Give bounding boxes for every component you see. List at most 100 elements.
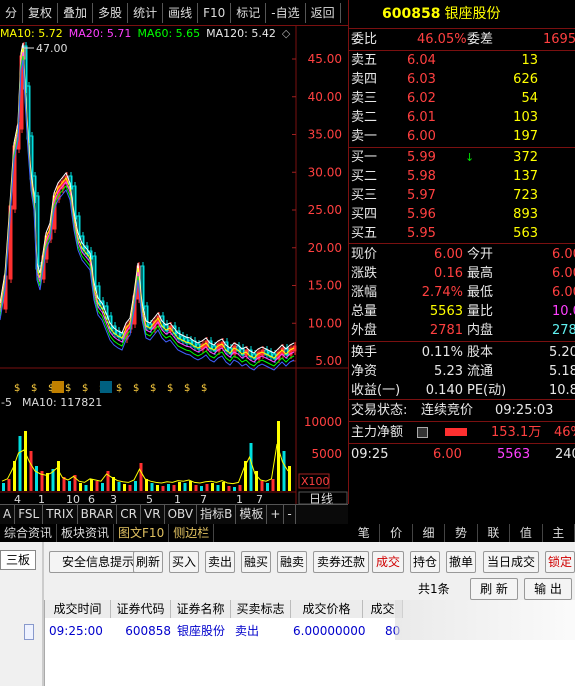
info-tab-bar: 综合资讯 板块资讯 图文F10 侧边栏 — [0, 524, 348, 542]
trade-button-7[interactable]: 成交 — [372, 551, 404, 573]
sell-level-1[interactable]: 卖一 6.00 197 — [349, 127, 575, 146]
volume-bar — [167, 484, 170, 491]
indicator-tab[interactable]: + — [267, 505, 285, 524]
sell-level-2[interactable]: 卖二 6.01 103 — [349, 108, 575, 127]
indicator-tab[interactable]: TRIX — [43, 505, 78, 524]
trade-status-row: 交易状态: 连续竞价 09:25:03 — [349, 401, 575, 420]
trade-button-1[interactable]: 刷新 — [133, 551, 163, 573]
export-button[interactable]: 输 出 — [524, 578, 572, 600]
tick-extra: 240 — [555, 447, 575, 462]
toolbar-draw-button[interactable]: 画线 — [163, 2, 199, 23]
detail-tab[interactable]: 联 — [478, 524, 511, 542]
indicator-tab[interactable]: FSL — [15, 505, 44, 524]
detail-tab[interactable]: 价 — [380, 524, 413, 542]
info-tab[interactable]: 侧边栏 — [169, 524, 215, 542]
buy-label: 买二 — [351, 169, 378, 184]
indicator-tab[interactable]: 指标B — [197, 505, 237, 524]
ma-legend: MA10: 5.72 MA20: 5.71 MA60: 5.65 MA120: 5.4… — [0, 27, 300, 41]
kline-chart-area[interactable]: 45.00 40.00 35.00 30.00 25.00 20.00 15.00 10.00… — [0, 26, 348, 506]
buy-level-5[interactable]: 买五 5.95 563 — [349, 224, 575, 243]
sell-level-3[interactable]: 卖三 6.02 54 — [349, 89, 575, 108]
toolbar-f10-button[interactable]: F10 — [198, 2, 232, 23]
indicator-tab[interactable]: BRAR — [78, 505, 118, 524]
indicator-tab[interactable]: - — [284, 505, 296, 524]
weibi-label: 委比 — [351, 32, 378, 47]
down-arrow-icon: ↓ — [465, 151, 475, 164]
side-tab-sanban[interactable]: 三板 — [0, 550, 36, 570]
event-marker: $ — [65, 383, 71, 394]
sell-label: 卖三 — [351, 91, 378, 106]
event-badge-jie[interactable] — [100, 381, 112, 393]
detail-tab[interactable]: 值 — [510, 524, 543, 542]
volume-bar — [123, 484, 126, 491]
x-axis-label: 4 — [14, 493, 21, 504]
fin-value: 10.8 — [549, 383, 575, 398]
toolbar-overlay-button[interactable]: 叠加 — [58, 2, 94, 23]
info-value: 0.16 — [434, 266, 463, 281]
buy-level-1[interactable]: 买一 5.99 ↓ 372 — [349, 148, 575, 167]
sell-level-5[interactable]: 卖五 6.04 13 — [349, 51, 575, 70]
buy-level-4[interactable]: 买四 5.96 893 — [349, 205, 575, 224]
buy-level-2[interactable]: 买二 5.98 137 — [349, 167, 575, 186]
detail-tab[interactable]: 细 — [413, 524, 446, 542]
trade-button-3[interactable]: 卖出 — [205, 551, 235, 573]
trade-button-2[interactable]: 买入 — [169, 551, 199, 573]
sell-price: 6.00 — [407, 129, 436, 144]
toolbar-stats-button[interactable]: 统计 — [128, 2, 164, 23]
toolbar-adjust-button[interactable]: 复权 — [23, 2, 59, 23]
detail-tab[interactable]: 主 — [543, 524, 575, 542]
toolbar-mark-button[interactable]: 标记 — [231, 2, 267, 23]
indicator-tab[interactable]: A — [0, 505, 16, 524]
expand-icon[interactable]: ◇ — [282, 27, 290, 40]
detail-tab[interactable]: 势 — [445, 524, 478, 542]
volume-bar — [128, 485, 132, 491]
trade-panel: 三板 共1条 刷 新 输 出 成交时间 证券代码 证券名称 买卖标志 成交价格 成交 09:… — [0, 542, 575, 686]
fin-label: 股本 — [467, 345, 494, 360]
buy-label: 买五 — [351, 226, 378, 241]
sell-level-4[interactable]: 卖四 6.03 626 — [349, 70, 575, 89]
indicator-tab[interactable]: CR — [117, 505, 142, 524]
trade-button-10[interactable]: 当日成交 — [483, 551, 539, 573]
volume-bar — [101, 483, 104, 491]
trade-button-11[interactable]: 锁定 — [545, 551, 575, 573]
main-flow-row: 主力净额 153.1万 46% — [349, 423, 575, 442]
volume-unit-label: X100 — [301, 475, 330, 488]
list-icon[interactable] — [417, 427, 428, 438]
trade-button-6[interactable]: 卖券还款 — [313, 551, 369, 573]
grid-scroll-handle[interactable] — [24, 624, 34, 640]
stock-code: 600858 — [382, 6, 441, 22]
toolbar-watchlist-button[interactable]: -自选 — [266, 2, 306, 23]
sell-price: 6.02 — [407, 91, 436, 106]
volume-bar — [2, 483, 5, 491]
volume-bar — [238, 485, 242, 491]
indicator-tab[interactable]: 模板 — [236, 505, 268, 524]
toolbar-back-button[interactable]: 返回 — [306, 2, 341, 23]
indicator-tab[interactable]: OBV — [165, 505, 198, 524]
trade-button-5[interactable]: 融卖 — [277, 551, 307, 573]
fundamental-row: 换手 0.11% 股本 5.20亿 — [349, 343, 575, 362]
indicator-tab[interactable]: VR — [141, 505, 165, 524]
toolbar-minute-button[interactable]: 分 — [0, 2, 24, 23]
info-label: 总量 — [351, 304, 378, 319]
detail-tab[interactable]: 笔 — [348, 524, 381, 542]
info-label: 最高 — [467, 266, 494, 281]
trade-button-9[interactable]: 撤单 — [446, 551, 476, 573]
buy-level-3[interactable]: 买三 5.97 723 — [349, 186, 575, 205]
event-marker: $ — [167, 383, 173, 394]
toolbar-multi-stock-button[interactable]: 多股 — [93, 2, 129, 23]
buy-price: 5.96 — [407, 207, 436, 222]
ma-legend-ma20: MA20: 5.71 — [68, 27, 132, 40]
period-label[interactable]: 日线 — [309, 492, 333, 506]
fin-value: 5.18亿 — [549, 364, 575, 379]
volume-bar — [211, 483, 214, 491]
info-tab[interactable]: 综合资讯 — [0, 524, 58, 542]
quote-sep — [349, 341, 575, 342]
trade-button-8[interactable]: 持仓 — [410, 551, 440, 573]
tick-row[interactable]: 09:25 6.00 5563 240 — [349, 445, 575, 464]
trade-button-4[interactable]: 融买 — [241, 551, 271, 573]
volume-bar — [194, 485, 198, 491]
event-badge-ding[interactable] — [52, 381, 64, 393]
info-tab[interactable]: 图文F10 — [114, 524, 170, 542]
grid-refresh-button[interactable]: 刷 新 — [470, 578, 518, 600]
info-tab[interactable]: 板块资讯 — [57, 524, 115, 542]
